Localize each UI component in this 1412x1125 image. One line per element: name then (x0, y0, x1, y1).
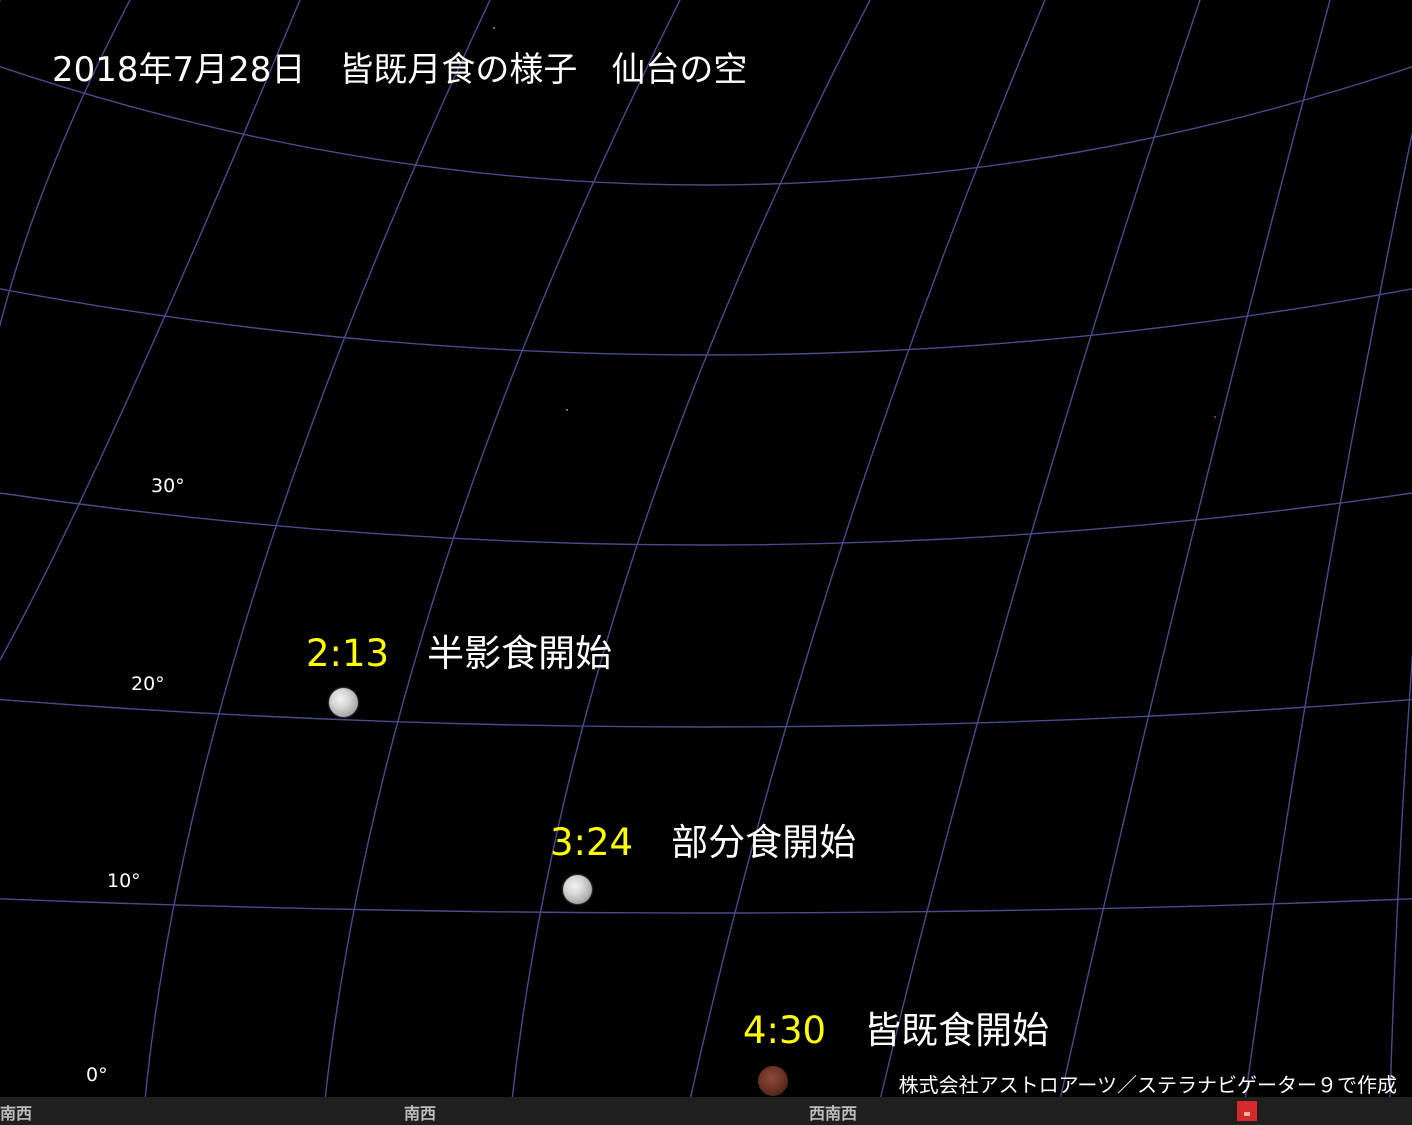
event-partial-start: 3:24 部分食開始 (550, 812, 856, 866)
faint-star (1214, 416, 1216, 418)
altitude-line-30 (0, 492, 1412, 546)
altitude-label-20: 20° (131, 673, 165, 695)
azimuth-line-7 (879, 0, 1201, 1101)
azimuth-line-4 (324, 0, 681, 1101)
azimuth-line-10 (1389, 652, 1412, 1101)
coordinate-grid (0, 0, 1412, 1101)
event-penumbral-start: 2:13 半影食開始 (306, 623, 612, 677)
moon-icon (563, 875, 592, 904)
altitude-line-50 (0, 288, 1412, 356)
horizon-bar (0, 1097, 1412, 1125)
azimuth-line-8 (1059, 0, 1331, 1101)
altitude-label-30: 30° (151, 475, 185, 497)
altitude-line-10 (0, 898, 1412, 914)
eclipsed-moon-icon (758, 1066, 788, 1096)
direction-label-west-southwest: 西南西 (809, 1104, 858, 1123)
faint-star (493, 27, 495, 29)
altitude-label-0: 0° (86, 1064, 108, 1086)
sky-chart: 2018年7月28日 皆既月食の様子 仙台の空 30° 20° 10° 0° 2… (0, 0, 1412, 1125)
direction-label-southwest: 南西 (0, 1104, 33, 1123)
event-time: 3:24 (550, 821, 634, 864)
location-marker-icon (1237, 1101, 1257, 1121)
event-time: 4:30 (743, 1009, 827, 1052)
azimuth-line-2 (0, 0, 301, 661)
azimuth-line-9 (1244, 131, 1412, 1101)
azimuth-line-5 (511, 0, 871, 1101)
azimuth-line-3 (144, 0, 491, 1101)
direction-label-southwest: 南西 (404, 1104, 437, 1123)
event-name: 部分食開始 (671, 821, 857, 864)
credit-text: 株式会社アストロアーツ／ステラナビゲーター９で作成 (898, 1073, 1397, 1097)
page-title: 2018年7月28日 皆既月食の様子 仙台の空 (52, 50, 748, 90)
event-time: 2:13 (306, 632, 390, 675)
event-name: 半影食開始 (427, 632, 613, 675)
event-total-start: 4:30 皆既食開始 (743, 1000, 1049, 1054)
event-name: 皆既食開始 (864, 1009, 1050, 1052)
moon-icon (329, 688, 358, 717)
altitude-label-10: 10° (107, 870, 141, 892)
marker-dot (1244, 1112, 1250, 1116)
altitude-line-20 (0, 698, 1412, 728)
faint-star (566, 409, 568, 411)
